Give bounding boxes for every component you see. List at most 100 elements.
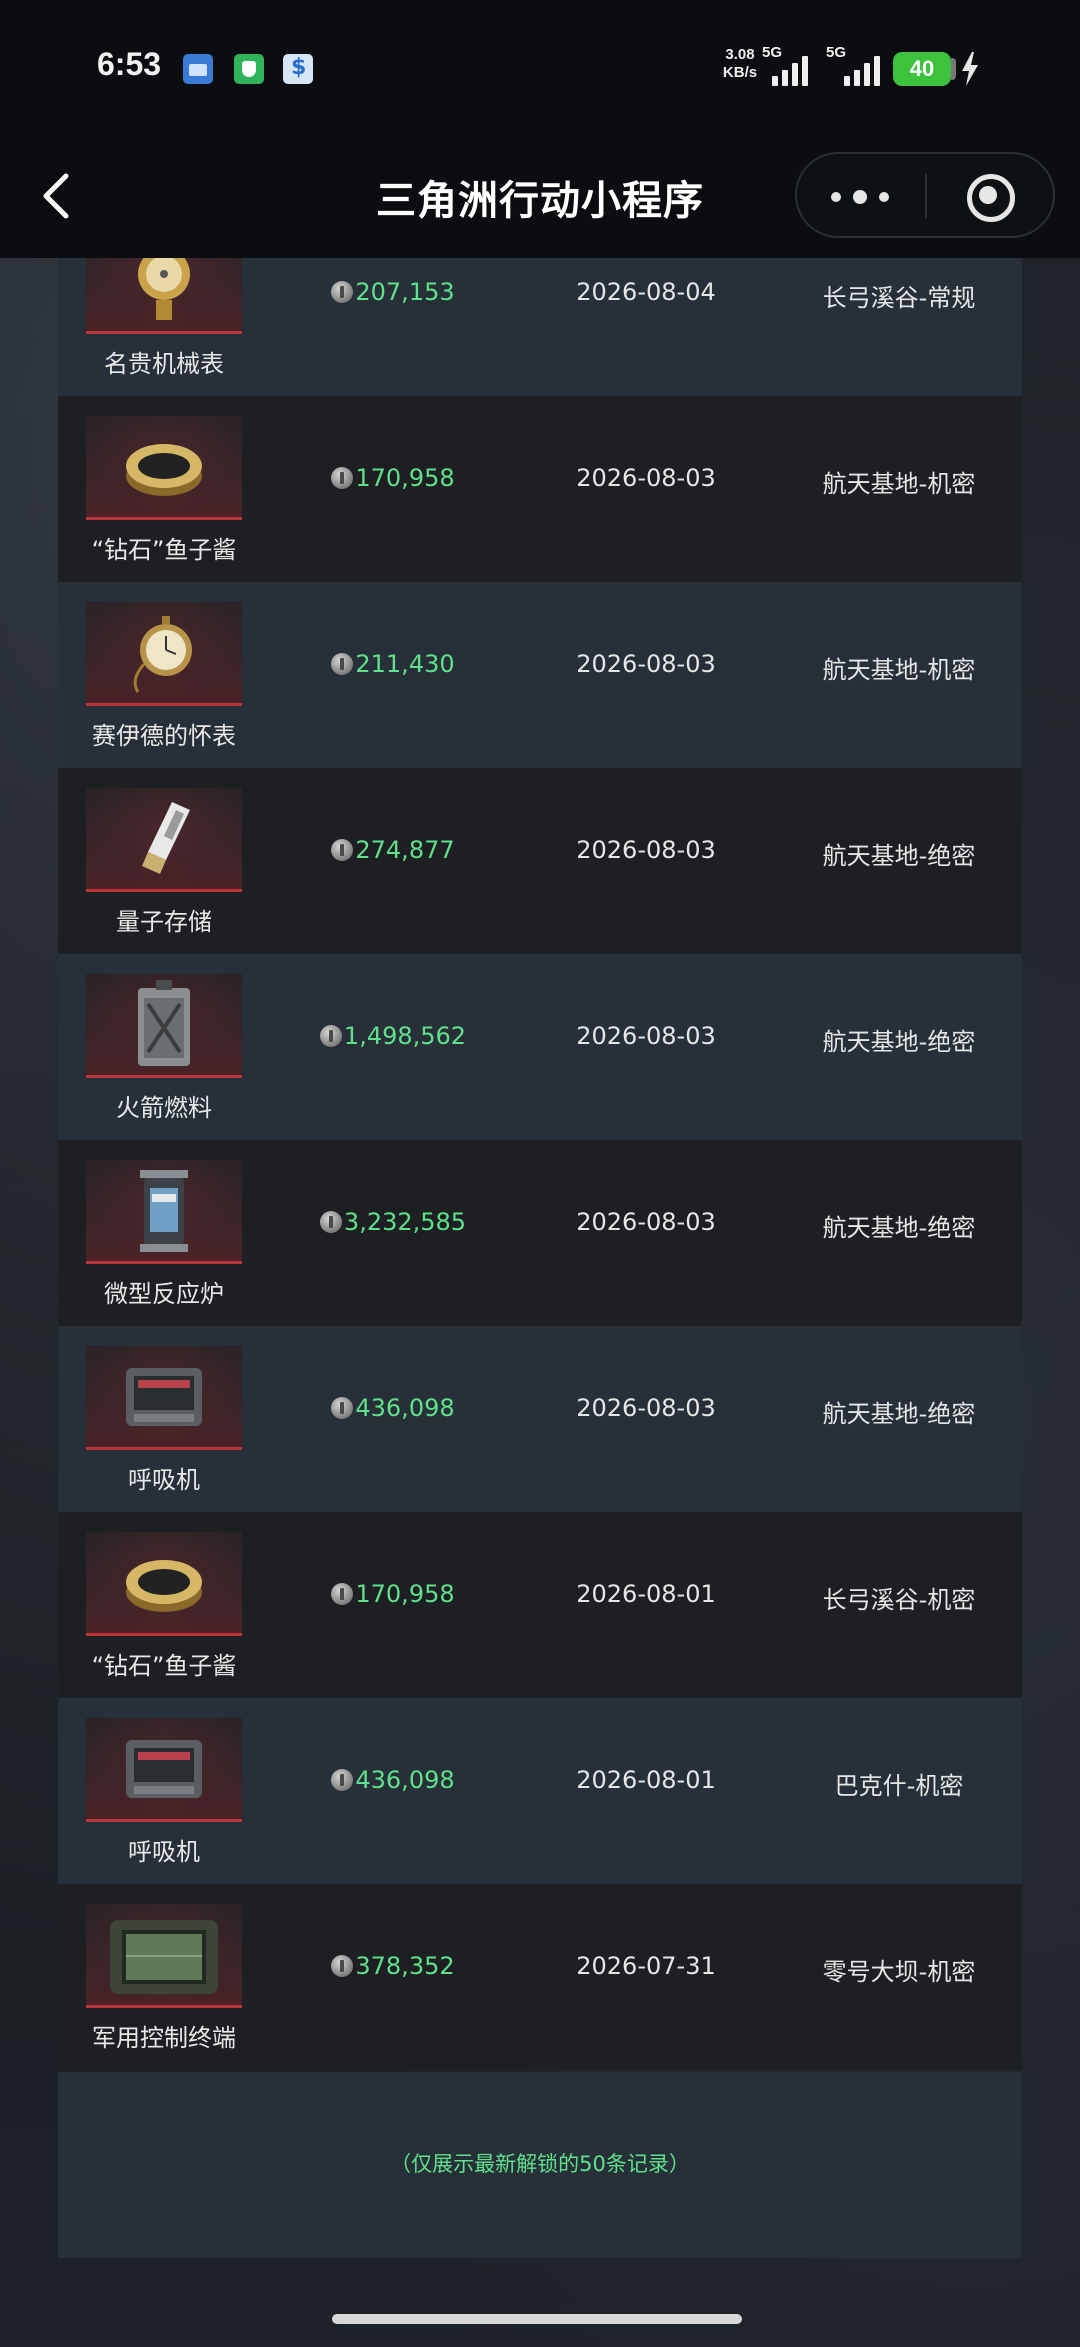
signal-2-icon — [844, 52, 880, 86]
item-name: “钻石”鱼子酱 — [91, 1652, 237, 1680]
footer-panel: （仅展示最新解锁的50条记录） — [58, 2072, 1022, 2258]
record-row[interactable]: “钻石”鱼子酱 170,958 2026-08-03 航天基地-机密 — [58, 396, 1022, 582]
item-thumbnail — [86, 1904, 242, 2008]
coin-icon — [319, 1211, 342, 1233]
header: 三角洲行动小程序 — [0, 140, 1080, 258]
map-mode: 航天基地-绝密 — [822, 1214, 976, 1242]
map-mode: 长弓溪谷-机密 — [822, 1586, 976, 1614]
item-price-value: 1,498,562 — [343, 1022, 467, 1050]
signal-2-label: 5G — [826, 44, 847, 61]
ventilator-icon — [126, 1368, 202, 1426]
item-thumbnail — [86, 416, 242, 520]
network-speed-unit: KB/s — [722, 64, 758, 81]
item-price-value: 170,958 — [355, 1580, 455, 1608]
item-price-value: 207,153 — [355, 278, 455, 306]
map-mode: 长弓溪谷-常规 — [822, 284, 976, 312]
coin-icon — [319, 1025, 342, 1047]
unlock-date: 2026-07-31 — [576, 1952, 716, 1980]
signal-1-icon — [772, 52, 808, 86]
item-thumbnail — [86, 1532, 242, 1636]
status-time: 6:53 — [97, 46, 162, 82]
reactor-icon — [140, 1170, 188, 1252]
network-speed-value: 3.08 — [725, 46, 755, 63]
item-name: 量子存储 — [116, 908, 212, 936]
network-speed: 3.08 KB/s — [720, 46, 760, 82]
item-price-value: 378,352 — [355, 1952, 455, 1980]
fuel-can-icon — [138, 980, 190, 1066]
record-row[interactable]: 军用控制终端 378,352 2026-07-31 零号大坝-机密 — [58, 1884, 1022, 2070]
unlock-date: 2026-08-01 — [576, 1580, 716, 1608]
item-price-value: 211,430 — [355, 650, 455, 678]
status-bar: 6:53 3.08 KB/s 5G 5G 40 — [0, 0, 1080, 140]
item-name: 呼吸机 — [128, 1466, 200, 1494]
caviar-icon — [126, 444, 202, 496]
record-row[interactable]: 量子存储 274,877 2026-08-03 航天基地-绝密 — [58, 768, 1022, 954]
map-mode: 零号大坝-机密 — [822, 1958, 976, 1986]
item-thumbnail — [86, 974, 242, 1078]
more-button[interactable] — [827, 172, 897, 222]
item-price: 436,098 — [270, 1766, 516, 1794]
coin-icon — [331, 1769, 354, 1791]
shield-notification-icon — [234, 54, 264, 84]
map-mode: 巴克什-机密 — [834, 1772, 964, 1800]
close-miniprogram-button[interactable] — [965, 172, 1015, 222]
record-row[interactable]: 呼吸机 436,098 2026-08-03 航天基地-绝密 — [58, 1326, 1022, 1512]
unlock-date: 2026-08-03 — [576, 1208, 716, 1236]
unlock-date: 2026-08-03 — [576, 1394, 716, 1422]
battery-level: 40 — [893, 52, 951, 86]
record-row[interactable]: 赛伊德的怀表 211,430 2026-08-03 航天基地-机密 — [58, 582, 1022, 768]
payment-notification-icon — [283, 54, 313, 84]
record-row[interactable]: 名贵机械表 207,153 2026-08-04 长弓溪谷-常规 — [58, 230, 1022, 396]
record-row[interactable]: 呼吸机 436,098 2026-08-01 巴克什-机密 — [58, 1698, 1022, 1884]
battery-tip — [951, 58, 956, 80]
record-row[interactable]: 微型反应炉 3,232,585 2026-08-03 航天基地-绝密 — [58, 1140, 1022, 1326]
unlock-date: 2026-08-03 — [576, 464, 716, 492]
record-row[interactable]: “钻石”鱼子酱 170,958 2026-08-01 长弓溪谷-机密 — [58, 1512, 1022, 1698]
pocket-watch-icon — [133, 616, 192, 693]
item-price-value: 274,877 — [355, 836, 455, 864]
item-price: 211,430 — [270, 650, 516, 678]
item-price: 207,153 — [270, 278, 516, 306]
item-price-value: 170,958 — [355, 464, 455, 492]
item-name: 军用控制终端 — [92, 2024, 236, 2052]
item-price: 170,958 — [270, 1580, 516, 1608]
item-thumbnail — [86, 602, 242, 706]
item-thumbnail — [86, 1346, 242, 1450]
record-row[interactable]: 火箭燃料 1,498,562 2026-08-03 航天基地-绝密 — [58, 954, 1022, 1140]
home-indicator[interactable] — [332, 2314, 742, 2324]
unlock-date: 2026-08-03 — [576, 836, 716, 864]
records-limit-note: （仅展示最新解锁的50条记录） — [390, 2152, 690, 2176]
item-name: 名贵机械表 — [104, 350, 224, 378]
map-mode: 航天基地-机密 — [822, 470, 976, 498]
item-price: 1,498,562 — [270, 1022, 516, 1050]
coin-icon — [331, 1397, 354, 1419]
item-name: 微型反应炉 — [104, 1280, 224, 1308]
unlock-date: 2026-08-04 — [576, 278, 716, 306]
item-thumbnail — [86, 788, 242, 892]
ventilator-icon — [126, 1740, 202, 1798]
item-name: 呼吸机 — [128, 1838, 200, 1866]
miniprogram-capsule — [795, 152, 1055, 238]
coin-icon — [331, 1955, 354, 1977]
page: 6:53 3.08 KB/s 5G 5G 40 — [0, 0, 1080, 2347]
gallery-notification-icon — [183, 54, 213, 84]
more-dot-icon — [831, 192, 841, 202]
caviar-icon — [126, 1560, 202, 1612]
map-mode: 航天基地-绝密 — [822, 842, 976, 870]
close-dot-icon — [979, 186, 997, 204]
item-name: 赛伊德的怀表 — [92, 722, 236, 750]
coin-icon — [331, 653, 354, 675]
unlock-date: 2026-08-03 — [576, 1022, 716, 1050]
more-dot-icon — [853, 190, 867, 204]
item-thumbnail — [86, 1160, 242, 1264]
control-terminal-icon — [110, 1920, 218, 1994]
charging-bolt-icon — [962, 52, 978, 86]
map-mode: 航天基地-绝密 — [822, 1400, 976, 1428]
item-name: “钻石”鱼子酱 — [91, 536, 237, 564]
item-price-value: 436,098 — [355, 1766, 455, 1794]
item-price-value: 436,098 — [355, 1394, 455, 1422]
item-thumbnail — [86, 1718, 242, 1822]
item-price: 378,352 — [270, 1952, 516, 1980]
item-name: 火箭燃料 — [116, 1094, 212, 1122]
coin-icon — [331, 839, 354, 861]
